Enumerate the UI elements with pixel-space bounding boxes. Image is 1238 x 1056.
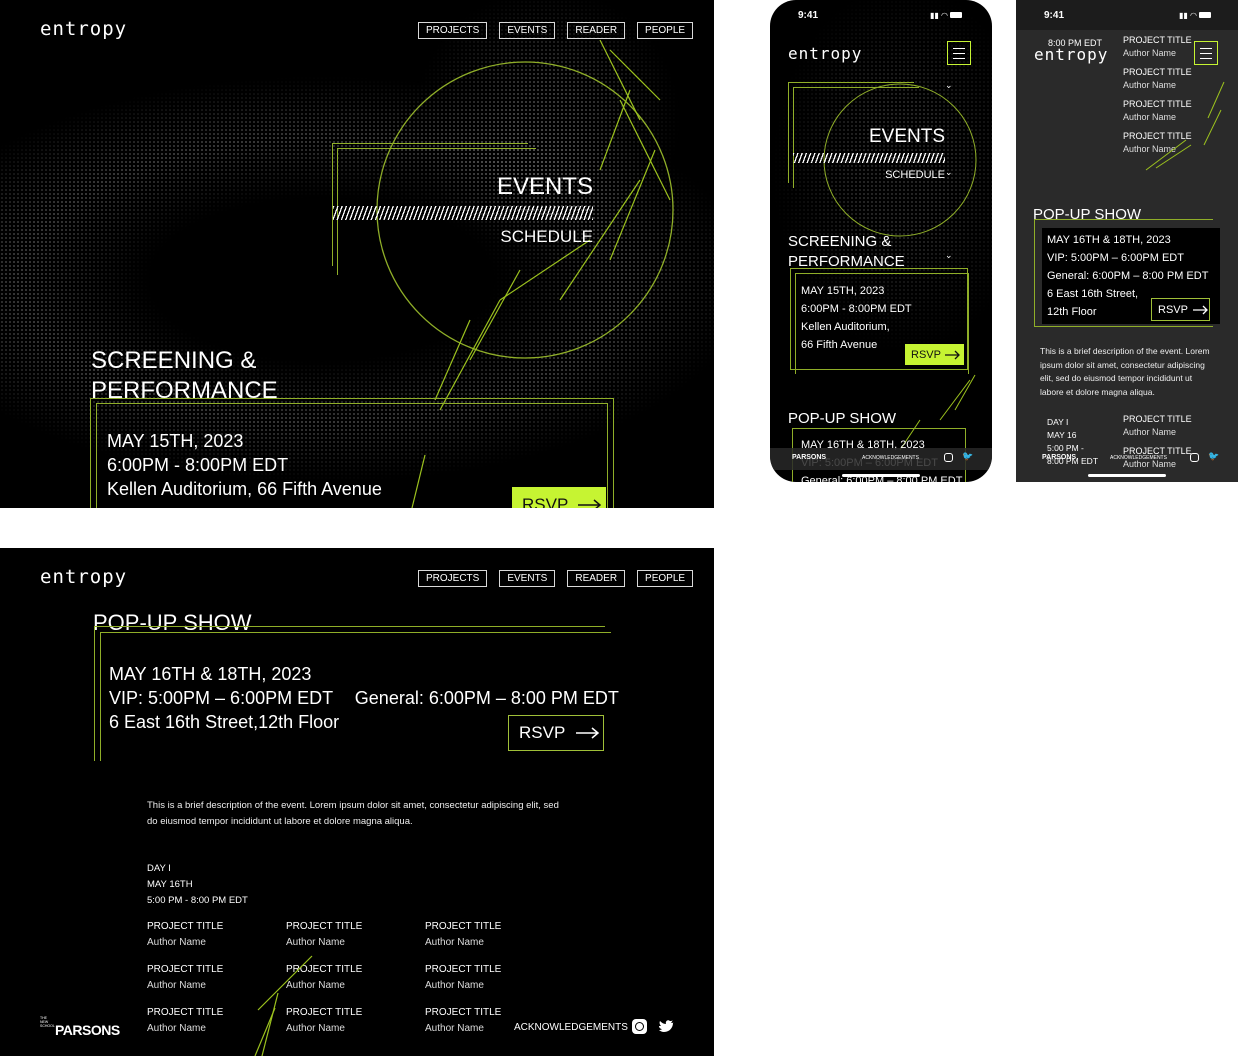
project-author: Author Name xyxy=(1123,427,1177,437)
desktop-popup-frame: entropy PROJECTS EVENTS READER PEOPLE PO… xyxy=(0,548,714,1056)
arrow-right-icon xyxy=(1192,305,1208,314)
newschool-mark: THE NEW SCHOOL xyxy=(40,1016,55,1028)
screening-time: 6:00PM - 8:00PM EDT xyxy=(801,303,912,315)
day-date: MAY 16 xyxy=(1047,430,1077,440)
events-title: EVENTS xyxy=(496,173,593,200)
home-indicator xyxy=(1088,474,1166,477)
popup-vip: VIP: 5:00PM – 6:00PM EDT xyxy=(1047,252,1184,264)
day-label: DAY I xyxy=(1047,417,1069,427)
screening-time: 6:00PM - 8:00PM EDT xyxy=(107,455,289,475)
parsons-logo[interactable]: PARSONS xyxy=(55,1022,120,1038)
rsvp-label: RSVP xyxy=(522,495,569,508)
screening-date: MAY 15TH, 2023 xyxy=(107,431,244,451)
popup-general: General: 6:00PM – 8:00 PM EDT xyxy=(1047,270,1209,282)
instagram-icon[interactable] xyxy=(632,1019,647,1034)
mobile-footer-bar: PARSONS ACKNOWLEDGEMENTS 🐦 xyxy=(770,448,992,470)
acknowledgements-link[interactable]: ACKNOWLEDGEMENTS xyxy=(514,1022,628,1033)
parsons-logo[interactable]: PARSONS xyxy=(792,454,826,461)
events-subtitle: SCHEDULE xyxy=(885,169,945,181)
hatch-bar xyxy=(333,206,593,220)
screening-date: MAY 15TH, 2023 xyxy=(801,285,885,297)
screening-location: Kellen Auditorium, 66 Fifth Avenue xyxy=(107,479,382,499)
chevron-down-icon[interactable]: ⌄ xyxy=(945,80,953,91)
chevron-down-icon[interactable]: ⌄ xyxy=(945,250,953,261)
arrow-right-icon xyxy=(578,499,602,508)
acknowledgements-link[interactable]: ACKNOWLEDGEMENTS xyxy=(862,455,919,461)
events-subtitle: SCHEDULE xyxy=(500,227,593,246)
instagram-icon[interactable] xyxy=(944,453,953,462)
rsvp-label: RSVP xyxy=(1158,303,1188,316)
screening-title-line1: SCREENING & xyxy=(788,233,892,250)
acknowledgements-link[interactable]: ACKNOWLEDGEMENTS xyxy=(1110,455,1167,461)
desktop-events-frame: entropy PROJECTS EVENTS READER PEOPLE EV… xyxy=(0,0,714,508)
screening-title-line1: SCREENING & xyxy=(91,347,257,374)
rsvp-button[interactable]: RSVP xyxy=(1151,298,1210,321)
decorative-lines xyxy=(254,955,313,1056)
project-title: PROJECT TITLE xyxy=(1123,414,1192,424)
arrow-right-icon xyxy=(944,350,960,359)
chevron-down-icon[interactable]: ⌄ xyxy=(945,167,953,178)
mobile-events-frame: 9:41 ▮▮ ◠ entropy ⌄ EVENTS SCHEDULE ⌄ SC… xyxy=(770,0,992,482)
rsvp-button[interactable]: RSVP xyxy=(512,487,606,508)
popup-description: This is a brief description of the event… xyxy=(1040,346,1210,397)
popup-title: POP-UP SHOW xyxy=(788,410,897,427)
screening-location-1: Kellen Auditorium, xyxy=(801,321,890,333)
project-item[interactable]: PROJECT TITLE Author Name xyxy=(1123,414,1192,437)
popup-date: MAY 16TH & 18TH, 2023 xyxy=(1047,234,1171,246)
screening-title: SCREENING & PERFORMANCE xyxy=(788,232,905,272)
rsvp-button[interactable]: RSVP xyxy=(905,344,964,365)
screening-details: MAY 15TH, 2023 6:00PM - 8:00PM EDT Kelle… xyxy=(107,429,382,501)
screening-location-2: 66 Fifth Avenue xyxy=(801,339,878,351)
twitter-icon[interactable]: 🐦 xyxy=(1208,451,1219,462)
hatch-bar xyxy=(793,153,945,163)
events-title: EVENTS xyxy=(868,126,945,147)
parsons-logo[interactable]: PARSONS xyxy=(1042,454,1076,461)
instagram-icon[interactable] xyxy=(1190,453,1199,462)
footer: THE NEW SCHOOL PARSONS ACKNOWLEDGEMENTS xyxy=(40,1014,676,1042)
rsvp-label: RSVP xyxy=(911,348,941,361)
twitter-icon[interactable]: 🐦 xyxy=(962,451,973,462)
home-indicator xyxy=(842,474,920,477)
mobile-footer-bar: PARSONS ACKNOWLEDGEMENTS 🐦 xyxy=(1034,450,1224,466)
screening-details: MAY 15TH, 2023 6:00PM - 8:00PM EDT Kelle… xyxy=(801,282,912,354)
twitter-icon[interactable] xyxy=(659,1020,675,1034)
mobile-popup-frame: 9:41 ▮▮ ◠ 8:00 PM EDT entropy PROJECT TI… xyxy=(1016,0,1238,482)
screening-title: SCREENING & PERFORMANCE xyxy=(91,346,278,406)
